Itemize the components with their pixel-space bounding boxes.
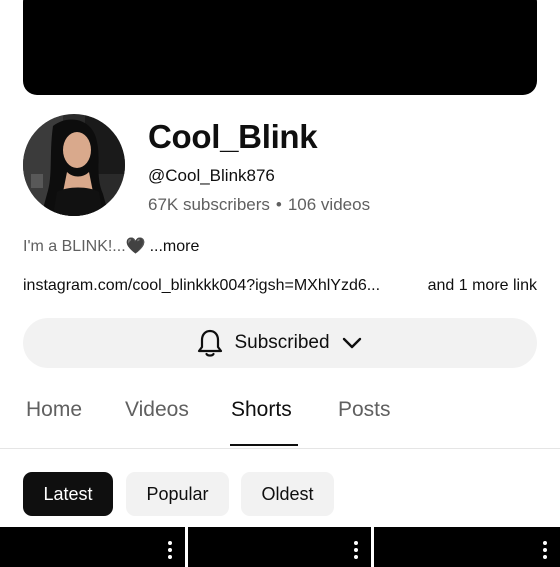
tabs-divider bbox=[0, 448, 560, 449]
filter-chip-oldest[interactable]: Oldest bbox=[241, 472, 334, 516]
active-tab-indicator bbox=[230, 444, 298, 446]
avatar-image bbox=[23, 114, 125, 216]
tab-posts[interactable]: Posts bbox=[338, 398, 391, 422]
short-thumbnail[interactable] bbox=[374, 527, 560, 567]
description-more-link[interactable]: ...more bbox=[150, 238, 200, 255]
filter-chip-popular[interactable]: Popular bbox=[126, 472, 229, 516]
channel-tabs: Home Videos Shorts Posts bbox=[0, 398, 560, 448]
channel-stats: 67K subscribers • 106 videos bbox=[148, 195, 370, 215]
subscribed-label: Subscribed bbox=[234, 332, 330, 353]
tab-shorts[interactable]: Shorts bbox=[231, 398, 292, 422]
tab-videos[interactable]: Videos bbox=[125, 398, 189, 422]
stats-separator: • bbox=[275, 195, 282, 214]
channel-name: Cool_Blink bbox=[148, 118, 318, 155]
description-text: I'm a BLINK!...🖤 bbox=[23, 238, 146, 255]
short-thumbnail[interactable] bbox=[0, 527, 185, 567]
tab-home[interactable]: Home bbox=[26, 398, 82, 422]
more-links-link[interactable]: and 1 more link bbox=[428, 277, 537, 295]
more-options-icon[interactable] bbox=[543, 541, 547, 559]
chevron-down-icon bbox=[342, 337, 361, 349]
subscribed-button[interactable]: Subscribed bbox=[23, 318, 537, 368]
channel-link[interactable]: instagram.com/cool_blinkkk004?igsh=MXhlY… bbox=[23, 277, 380, 294]
channel-description[interactable]: I'm a BLINK!...🖤 ...more bbox=[23, 236, 199, 256]
channel-banner[interactable] bbox=[23, 0, 537, 95]
channel-avatar[interactable] bbox=[23, 114, 125, 216]
short-thumbnail[interactable] bbox=[188, 527, 371, 567]
filter-chip-latest[interactable]: Latest bbox=[23, 472, 113, 516]
subscriber-count: 67K subscribers bbox=[148, 195, 270, 214]
more-options-icon[interactable] bbox=[168, 541, 172, 559]
video-count: 106 videos bbox=[287, 195, 371, 214]
channel-handle: @Cool_Blink876 bbox=[148, 166, 275, 185]
more-options-icon[interactable] bbox=[354, 541, 358, 559]
channel-links: instagram.com/cool_blinkkk004?igsh=MXhlY… bbox=[23, 277, 537, 295]
bell-icon bbox=[198, 329, 223, 357]
